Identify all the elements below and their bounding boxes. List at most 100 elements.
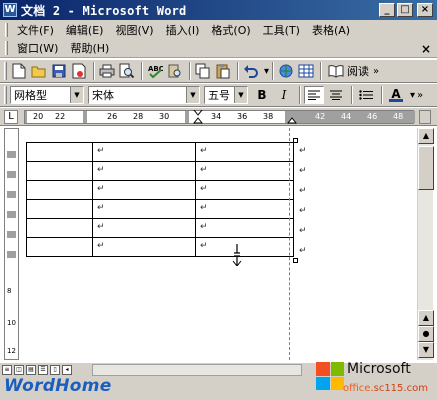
table-cell[interactable]: ↵	[92, 218, 196, 238]
next-page-button[interactable]: ▼	[418, 342, 434, 358]
scroll-thumb[interactable]	[418, 146, 434, 190]
print-preview-icon[interactable]	[118, 62, 136, 80]
document-table[interactable]: ↵ ↵ ↵ ↵ ↵ ↵ ↵ ↵ ↵ ↵ ↵ ↵	[26, 142, 294, 257]
table-cell[interactable]: ↵	[195, 180, 294, 200]
vruler-row-marker[interactable]	[7, 231, 16, 238]
right-indent-marker-icon[interactable]	[287, 110, 297, 124]
horizontal-scrollbar[interactable]	[92, 364, 302, 376]
table-resize-handle[interactable]	[293, 258, 298, 263]
table-row[interactable]: ↵ ↵	[26, 161, 294, 181]
vertical-scrollbar[interactable]: ▲ ▲ ● ▼	[417, 128, 434, 360]
undo-icon[interactable]	[242, 62, 260, 80]
print-icon[interactable]	[98, 62, 116, 80]
toolbar-options-icon[interactable]: »	[373, 66, 379, 77]
table-row[interactable]: ↵ ↵	[26, 142, 294, 162]
read-button[interactable]: 阅读	[325, 62, 371, 80]
table-cell[interactable]: ↵	[195, 161, 294, 181]
table-cell[interactable]: ↵	[195, 218, 294, 238]
table-cell[interactable]: ↵	[92, 180, 196, 200]
reading-view-button[interactable]: ▯	[50, 364, 60, 375]
paste-icon[interactable]	[214, 62, 232, 80]
undo-dropdown-icon[interactable]: ▾	[264, 66, 269, 77]
close-button[interactable]: ×	[417, 3, 433, 17]
vruler-row-marker[interactable]	[7, 151, 16, 158]
menu-window[interactable]: 窗口(W)	[11, 40, 64, 56]
vertical-ruler[interactable]: 8 10 12	[4, 128, 19, 360]
justify-left-button[interactable]	[304, 86, 324, 104]
new-icon[interactable]	[10, 62, 28, 80]
table-cell[interactable]: ↵	[195, 142, 294, 162]
font-color-dropdown-icon[interactable]: ▾	[410, 90, 415, 101]
menu-insert[interactable]: 插入(I)	[160, 22, 206, 38]
scroll-up-button[interactable]: ▲	[418, 128, 434, 144]
table-cell[interactable]: ↵	[92, 142, 196, 162]
table-row[interactable]: ↵ ↵	[26, 237, 294, 257]
maximize-button[interactable]: □	[397, 3, 413, 17]
font-combo[interactable]: 宋体 ▼	[88, 86, 200, 104]
vruler-row-marker[interactable]	[7, 211, 16, 218]
normal-view-button[interactable]: ≡	[2, 364, 12, 375]
table-move-handle[interactable]	[293, 138, 298, 143]
format-options-icon[interactable]: »	[417, 90, 423, 101]
minimize-button[interactable]: _	[379, 3, 395, 17]
scroll-left-button[interactable]: ◂	[62, 364, 72, 375]
table-cell[interactable]: ↵	[92, 237, 196, 257]
table-row[interactable]: ↵ ↵	[26, 218, 294, 238]
menu-format[interactable]: 格式(O)	[205, 22, 256, 38]
table-cell[interactable]	[26, 161, 93, 181]
center-button[interactable]	[326, 86, 346, 104]
tab-selector[interactable]: L	[4, 110, 18, 124]
table-row[interactable]: ↵ ↵	[26, 199, 294, 219]
table-cell[interactable]	[26, 237, 93, 257]
vruler-row-marker[interactable]	[7, 251, 16, 258]
print-view-button[interactable]: ▤	[26, 364, 36, 375]
spelling-icon[interactable]: ABC	[146, 62, 164, 80]
previous-page-button[interactable]: ▲	[418, 310, 434, 326]
permission-icon[interactable]	[70, 62, 88, 80]
select-browse-object-button[interactable]: ●	[418, 326, 434, 342]
menu-edit[interactable]: 编辑(E)	[60, 22, 110, 38]
word-app-icon[interactable]: W	[3, 3, 17, 17]
style-dropdown-icon[interactable]: ▼	[70, 87, 83, 103]
document-close-icon[interactable]: ×	[421, 42, 431, 56]
menu-tools[interactable]: 工具(T)	[257, 22, 306, 38]
menu-grip-2[interactable]	[5, 41, 8, 55]
menu-file[interactable]: 文件(F)	[11, 22, 60, 38]
table-cell[interactable]: ↵	[92, 199, 196, 219]
menu-grip[interactable]	[5, 23, 8, 37]
outline-view-button[interactable]: ☰	[38, 364, 48, 375]
ruler-column-marker[interactable]	[185, 111, 189, 123]
menu-table[interactable]: 表格(A)	[306, 22, 356, 38]
hyperlink-icon[interactable]	[277, 62, 295, 80]
horizontal-ruler[interactable]: 20 22 26 28 30 34 36 38 42 44 46 48	[24, 110, 415, 124]
indent-marker-icon[interactable]	[193, 110, 203, 124]
table-row[interactable]: ↵ ↵	[26, 180, 294, 200]
italic-button[interactable]: I	[274, 86, 294, 104]
open-icon[interactable]	[30, 62, 48, 80]
table-cell[interactable]	[26, 180, 93, 200]
bullets-button[interactable]	[356, 86, 376, 104]
document-area[interactable]: ↵ ↵ ↵ ↵ ↵ ↵ ↵ ↵ ↵ ↵ ↵ ↵ ↵ ↵ ↵ ↵ ↵ ↵	[22, 128, 414, 360]
table-cell[interactable]: ↵	[195, 199, 294, 219]
font-size-dropdown-icon[interactable]: ▼	[234, 87, 247, 103]
bold-button[interactable]: B	[252, 86, 272, 104]
table-cell[interactable]	[26, 199, 93, 219]
font-dropdown-icon[interactable]: ▼	[186, 87, 199, 103]
copy-icon[interactable]	[194, 62, 212, 80]
web-view-button[interactable]: ◫	[14, 364, 24, 375]
ruler-column-marker[interactable]	[83, 111, 87, 123]
menu-help[interactable]: 帮助(H)	[64, 40, 115, 56]
toolbar-grip[interactable]	[4, 86, 7, 104]
table-cell[interactable]: ↵	[195, 237, 294, 257]
table-icon[interactable]	[297, 62, 315, 80]
table-cell[interactable]: ↵	[92, 161, 196, 181]
table-cell[interactable]	[26, 142, 93, 162]
style-combo[interactable]: 网格型 ▼	[10, 86, 84, 104]
font-size-combo[interactable]: 五号 ▼	[204, 86, 248, 104]
research-icon[interactable]	[166, 62, 184, 80]
toolbar-grip[interactable]	[4, 62, 7, 80]
vruler-row-marker[interactable]	[7, 171, 16, 178]
font-color-button[interactable]: A	[386, 86, 406, 104]
vruler-row-marker[interactable]	[7, 191, 16, 198]
save-icon[interactable]	[50, 62, 68, 80]
